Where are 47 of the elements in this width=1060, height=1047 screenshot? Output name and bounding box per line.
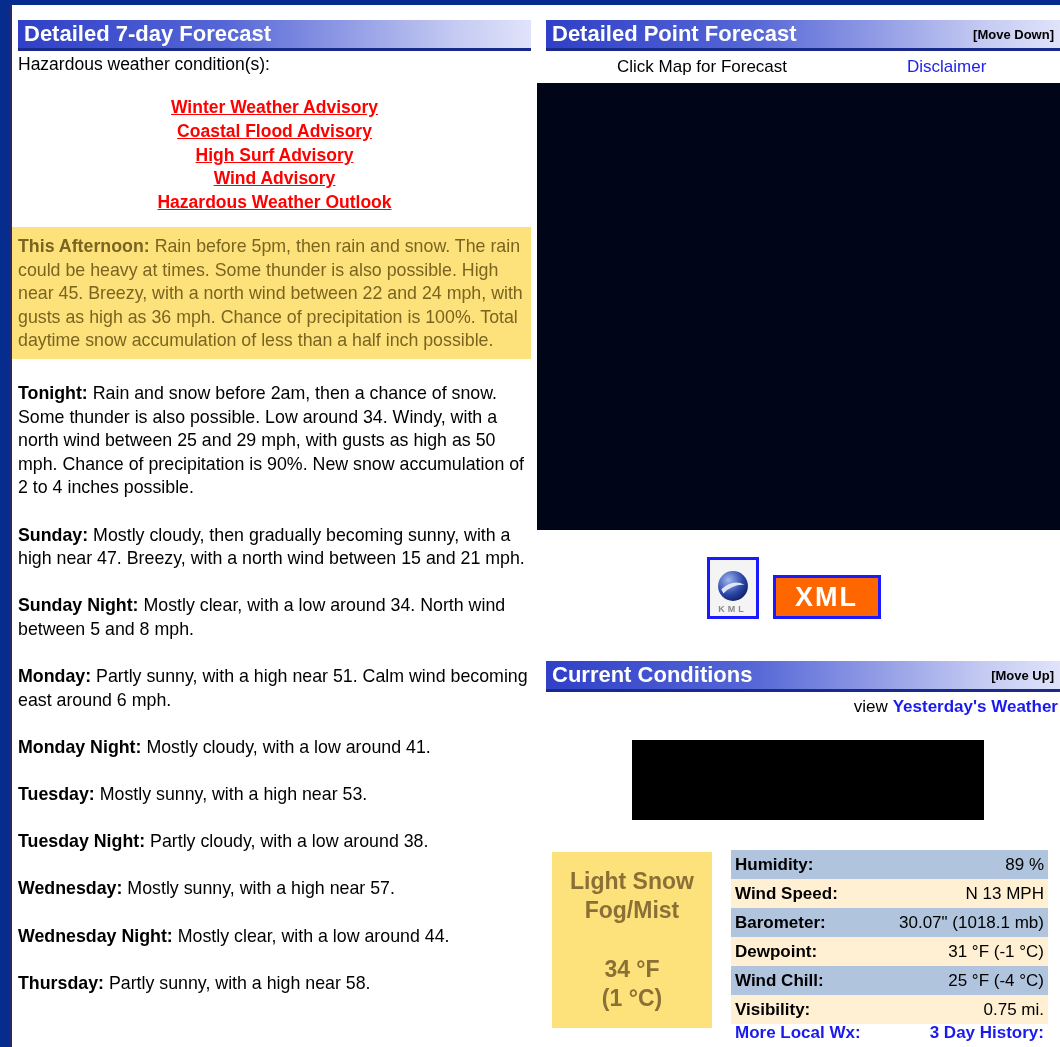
forecast-period: Sunday: Mostly cloudy, then gradually becoming sunny, with a high near 47. Breezy, with a north wind between 15 and 21 mph. bbox=[18, 523, 526, 571]
forecast-period: This Afternoon: Rain before 5pm, then rain and snow. The rain could be heavy at times. Some thunder is also possible. High near 45. Breezy, with a north wind between 22 and 24 mph, with gusts as high as 36 mph. Chance of precipitation is 100%. Total daytime snow accumulation of less than a half inch possible. bbox=[12, 227, 531, 359]
disclaimer-link[interactable]: Disclaimer bbox=[907, 51, 987, 83]
hazard-link[interactable]: High Surf Advisory bbox=[195, 143, 354, 168]
forecast-period: Sunday Night: Mostly clear, with a low around 34. North wind between 5 and 8 mph. bbox=[18, 594, 507, 641]
forecast-period: Tonight: Rain and snow before 2am, then a chance of snow. Some thunder is also possible. Low around 34. Windy, with a north wind between 25 and 29 mph, with gusts as high as 50 mph. Chance of precipitation is 90%. New snow accumulation of 2 to 4 inches possible. bbox=[18, 381, 526, 500]
row-label: Humidity: bbox=[735, 854, 814, 875]
row-value: N 13 MPH bbox=[965, 883, 1044, 904]
move-link[interactable]: [Move Up] bbox=[991, 667, 1054, 683]
temperature-f: 34 °F bbox=[604, 955, 660, 984]
weather-text: Fog/Mist bbox=[584, 896, 680, 925]
row-value: 31 °F (-1 °C) bbox=[948, 941, 1044, 962]
row-value: 0.75 mi. bbox=[983, 999, 1044, 1020]
kml-button[interactable]: KML bbox=[706, 557, 759, 619]
yesterday-link[interactable]: Yesterday's Weather bbox=[892, 697, 1058, 716]
row-value: 89 % bbox=[1005, 854, 1044, 875]
map-hint: Click Map for Forecast bbox=[615, 56, 788, 78]
forecast-period: Thursday: Partly sunny, with a high near 58. bbox=[18, 971, 372, 995]
forecast-period: Tuesday: Mostly sunny, with a high near 53. bbox=[18, 783, 369, 807]
view-label: view bbox=[853, 697, 888, 716]
section-title: Current Conditions bbox=[552, 662, 753, 688]
hazard-link[interactable]: Wind Advisory bbox=[213, 167, 336, 192]
hazard-link[interactable]: Coastal Flood Advisory bbox=[177, 119, 372, 144]
section-title: Detailed Point Forecast bbox=[552, 21, 797, 47]
row-label: Dewpoint: bbox=[735, 941, 818, 962]
row-value: 25 °F (-4 °C) bbox=[948, 970, 1044, 991]
row-value: 30.07" (1018.1 mb) bbox=[899, 912, 1044, 933]
globe-icon bbox=[716, 570, 749, 602]
temperature-c: (1 °C) bbox=[601, 984, 663, 1013]
row-label: Wind Chill: bbox=[735, 970, 824, 991]
section-title: Detailed 7-day Forecast bbox=[24, 21, 271, 47]
hazard-link[interactable]: Winter Weather Advisory bbox=[171, 96, 378, 120]
conditions-link[interactable]: More Local Wx: bbox=[735, 1024, 861, 1042]
forecast-period: Wednesday Night: Mostly clear, with a low around 44. bbox=[18, 924, 451, 948]
conditions-link[interactable]: 3 Day History: bbox=[929, 1024, 1044, 1042]
hazard-label: Hazardous weather condition(s): bbox=[18, 53, 271, 75]
row-label: Visibility: bbox=[735, 999, 811, 1020]
row-label: Barometer: bbox=[735, 912, 826, 933]
forecast-period: Monday: Partly sunny, with a high near 51. Calm wind becoming east around 6 mph. bbox=[18, 665, 529, 712]
hazard-link[interactable]: Hazardous Weather Outlook bbox=[157, 191, 392, 215]
move-link[interactable]: [Move Down] bbox=[973, 26, 1054, 42]
xml-button[interactable]: XML bbox=[772, 575, 881, 619]
forecast-period: Wednesday: Mostly sunny, with a high near 57. bbox=[18, 877, 396, 901]
weather-text: Light Snow bbox=[570, 867, 694, 896]
forecast-period: Monday Night: Mostly cloudy, with a low around 41. bbox=[18, 735, 432, 759]
row-label: Wind Speed: bbox=[735, 883, 838, 904]
forecast-period: Tuesday Night: Partly cloudy, with a low around 38. bbox=[18, 830, 430, 854]
